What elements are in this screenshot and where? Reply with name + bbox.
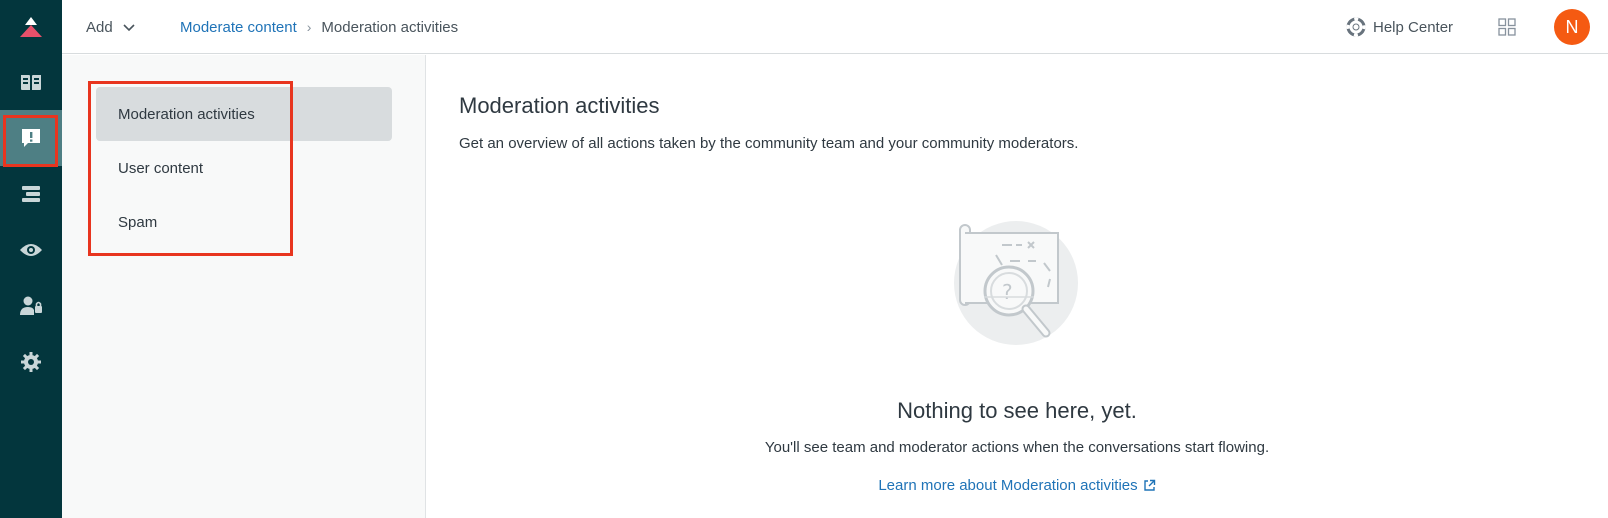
product-rail (0, 0, 62, 518)
empty-state-title: Nothing to see here, yet. (897, 398, 1137, 423)
svg-text:?: ? (1002, 280, 1013, 304)
breadcrumb-current: Moderation activities (321, 18, 459, 36)
chevron-right-icon: › (306, 19, 312, 35)
learn-more-label: Learn more about Moderation activities (878, 477, 1138, 494)
main-content: Moderation activities Get an overview of… (426, 55, 1608, 518)
help-center-link[interactable]: Help Center (1346, 0, 1453, 54)
guide-book-icon (21, 75, 41, 90)
lifebuoy-icon (1346, 17, 1366, 37)
rail-permissions-button[interactable] (0, 278, 62, 334)
subnav-highlight-box (88, 81, 293, 256)
product-logo-icon[interactable] (0, 0, 62, 54)
rail-guide-button[interactable] (0, 54, 62, 110)
rail-visibility-button[interactable] (0, 222, 62, 278)
apps-grid-icon[interactable] (1498, 18, 1516, 36)
empty-state-map-magnifier-icon: ? (954, 221, 1078, 345)
rail-highlight-box (3, 115, 58, 167)
add-label: Add (86, 18, 113, 36)
page-title: Moderation activities (459, 93, 660, 118)
rail-topics-button[interactable] (0, 166, 62, 222)
breadcrumb: Moderate content › Moderation activities (180, 0, 458, 54)
eye-icon (20, 244, 42, 256)
external-link-icon (1143, 479, 1155, 491)
add-menu-button[interactable]: Add (86, 0, 136, 54)
breadcrumb-parent-link[interactable]: Moderate content (180, 19, 297, 36)
learn-more-link[interactable]: Learn more about Moderation activities (878, 477, 1155, 494)
chevron-down-icon (123, 24, 135, 32)
empty-state-text: You'll see team and moderator actions wh… (764, 439, 1270, 456)
user-permissions-icon (20, 296, 42, 315)
user-avatar[interactable]: N (1554, 9, 1590, 45)
page-description: Get an overview of all actions taken by … (459, 135, 1079, 152)
rail-settings-button[interactable] (0, 334, 62, 390)
moderation-subnav: Moderation activities User content Spam (62, 55, 426, 518)
gear-icon (21, 352, 41, 372)
top-bar: Add Moderate content › Moderation activi… (62, 0, 1608, 54)
help-center-label: Help Center (1373, 18, 1454, 36)
topics-stack-icon (22, 186, 40, 202)
